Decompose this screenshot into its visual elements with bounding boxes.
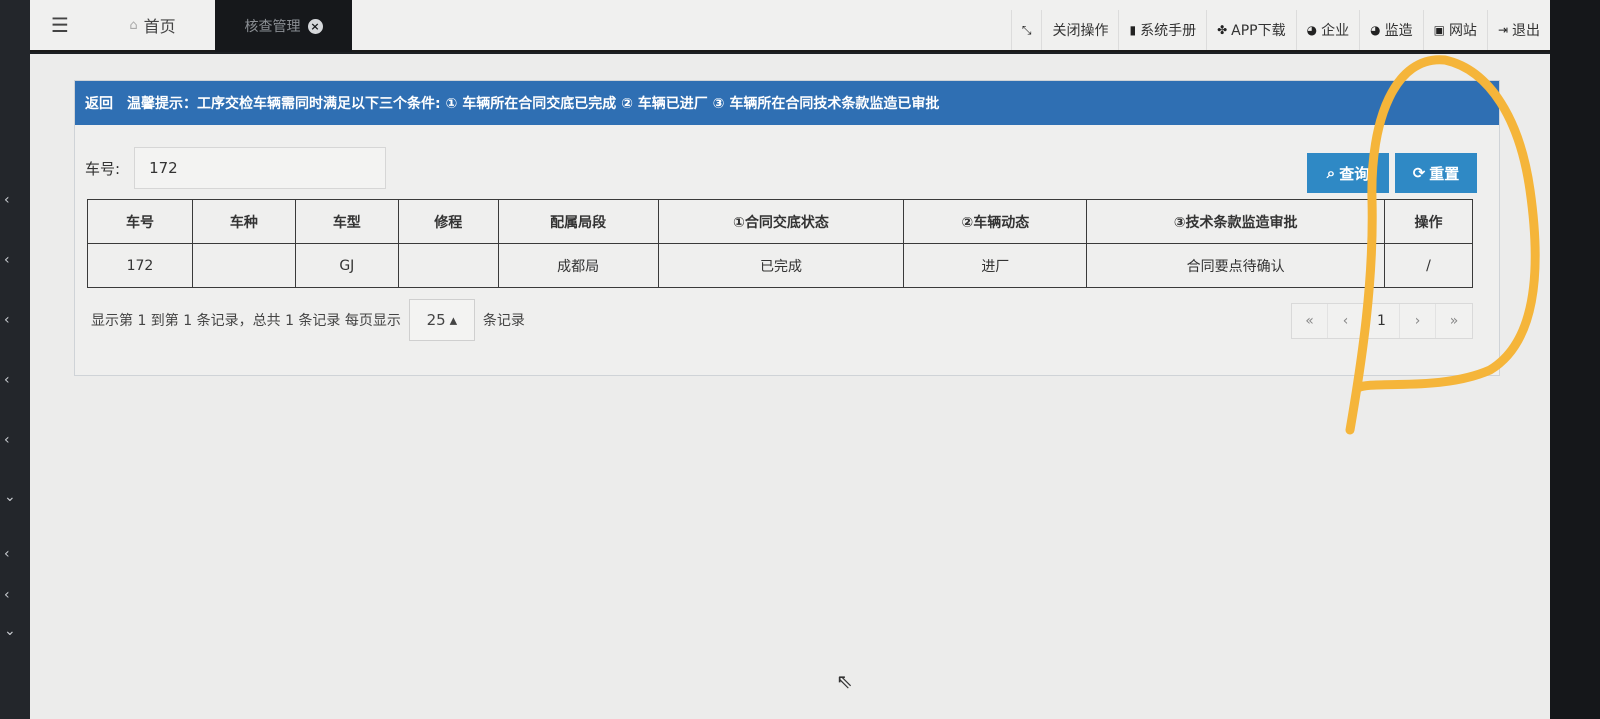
top-navbar: ☰ ⌂ 首页 核查管理 × ⤡ 关闭操作 ▮ 系统手册 ✤ APP下载 ◕ 企业… [30,0,1550,52]
next-page-button[interactable]: › [1400,304,1436,338]
screen-bezel [1550,0,1600,719]
refresh-icon: ⟳ [1412,164,1426,182]
main-content: 返回 温馨提示：工序交检车辆需同时满足以下三个条件: ① 车辆所在合同交底已完成… [30,54,1550,719]
table-cell [191,243,296,288]
table-cell: 已完成 [657,243,905,288]
book-icon: ▮ [1129,23,1137,37]
reset-button-label: 重置 [1429,164,1460,183]
tab-inspection-management[interactable]: 核查管理 × [215,0,352,52]
sidebar-expand-icon[interactable]: ⌄ [4,624,16,638]
enterprise-label: 企业 [1321,23,1350,39]
notice-text: 温馨提示：工序交检车辆需同时满足以下三个条件: ① 车辆所在合同交底已完成 ② … [127,96,940,112]
table-cell: 进厂 [903,243,1088,288]
pagination: « ‹ 1 › » [1291,303,1473,339]
sidebar-collapse-icon[interactable]: ‹ [4,373,10,387]
car-number-label: 车号: [85,159,121,178]
sidebar-collapse-icon[interactable]: ‹ [4,313,10,327]
results-table: 车号 车种 车型 修程 配属局段 ①合同交底状态 ②车辆动态 ③技术条款监造审批… [87,199,1473,288]
column-header[interactable]: 车号 [87,199,193,244]
sidebar-collapse-icon[interactable]: ‹ [4,253,10,267]
column-header[interactable]: 车种 [191,199,296,244]
close-operations-button[interactable]: 关闭操作 [1041,10,1118,50]
supervision-button[interactable]: ◕ 监造 [1359,10,1422,50]
table-cell-action[interactable]: / [1384,243,1473,288]
first-page-button[interactable]: « [1292,304,1328,338]
page-size-select[interactable]: 25 ▴ [408,299,475,341]
column-header[interactable]: ①合同交底状态 [657,199,905,244]
column-header: 操作 [1384,199,1473,244]
pagination-info: 显示第 1 到第 1 条记录，总共 1 条记录 每页显示 25 ▴ 条记录 [91,299,525,341]
column-header[interactable]: 配属局段 [497,199,659,244]
table-cell: 成都局 [497,243,659,288]
record-suffix: 条记录 [482,313,525,329]
top-actions: ⤡ 关闭操作 ▮ 系统手册 ✤ APP下载 ◕ 企业 ◕ 监造 ▣ 网站 ⇥ 退… [1010,10,1550,50]
logout-icon: ⇥ [1497,23,1508,37]
current-page-button[interactable]: 1 [1364,304,1400,338]
sidebar-collapse-icon[interactable]: ‹ [4,588,10,602]
menu-toggle-icon[interactable]: ☰ [38,0,82,50]
mouse-cursor-icon: ⇖ [836,669,853,693]
fullscreen-button[interactable]: ⤡ [1010,10,1042,50]
table-row[interactable]: 172 GJ 成都局 已完成 进厂 合同要点待确认 / [87,243,1473,288]
left-sidebar: ‹ ‹ ‹ ‹ ‹ ⌄ ‹ ‹ ⌄ [0,0,30,719]
system-manual-label: 系统手册 [1140,23,1197,39]
app-download-label: APP下载 [1231,23,1286,39]
table-cell: 172 [87,243,193,288]
query-button[interactable]: ⌕ 查询 [1307,153,1389,193]
tab-home-label: 首页 [143,17,176,36]
reset-button[interactable]: ⟳ 重置 [1395,153,1477,193]
logout-label: 退出 [1512,23,1540,39]
table-cell: 合同要点待确认 [1086,243,1386,288]
query-button-label: 查询 [1339,164,1370,183]
app-download-button[interactable]: ✤ APP下载 [1206,10,1296,50]
close-tab-icon[interactable]: × [307,18,323,34]
pie-chart-icon: ◕ [1370,23,1381,37]
website-button[interactable]: ▣ 网站 [1422,10,1487,50]
search-row: 车号: [85,147,387,189]
tab-active-label: 核查管理 [244,19,301,35]
fullscreen-icon: ⤡ [1021,22,1032,37]
website-label: 网站 [1448,23,1477,39]
tab-home[interactable]: ⌂ 首页 [90,0,215,50]
enterprise-button[interactable]: ◕ 企业 [1295,10,1359,50]
sidebar-collapse-icon[interactable]: ‹ [4,433,10,447]
website-icon: ▣ [1433,23,1445,37]
table-cell [397,243,499,288]
back-link[interactable]: 返回 [85,93,113,113]
home-icon: ⌂ [129,17,138,33]
car-number-input[interactable] [134,147,387,189]
pie-chart-icon: ◕ [1306,23,1318,37]
sidebar-expand-icon[interactable]: ⌄ [4,490,16,504]
last-page-button[interactable]: » [1436,304,1472,338]
column-header[interactable]: 车型 [294,199,399,244]
sidebar-collapse-icon[interactable]: ‹ [4,193,10,207]
inspection-panel: 返回 温馨提示：工序交检车辆需同时满足以下三个条件: ① 车辆所在合同交底已完成… [74,80,1500,376]
table-cell: GJ [294,243,399,288]
table-header-row: 车号 车种 车型 修程 配属局段 ①合同交底状态 ②车辆动态 ③技术条款监造审批… [87,199,1473,244]
record-summary: 显示第 1 到第 1 条记录，总共 1 条记录 每页显示 [91,313,401,329]
close-operations-label: 关闭操作 [1052,23,1109,39]
prev-page-button[interactable]: ‹ [1328,304,1364,338]
sidebar-collapse-icon[interactable]: ‹ [4,547,10,561]
column-header[interactable]: ③技术条款监造审批 [1086,199,1386,244]
supervision-label: 监造 [1384,23,1413,39]
system-manual-button[interactable]: ▮ 系统手册 [1118,10,1206,50]
search-icon: ⌕ [1326,164,1336,182]
android-icon: ✤ [1217,23,1228,37]
caret-up-icon: ▴ [449,311,458,329]
page-size-value: 25 [426,311,446,329]
column-header[interactable]: 修程 [397,199,499,244]
column-header[interactable]: ②车辆动态 [903,199,1088,244]
logout-button[interactable]: ⇥ 退出 [1486,10,1550,50]
notice-bar: 返回 温馨提示：工序交检车辆需同时满足以下三个条件: ① 车辆所在合同交底已完成… [75,81,1499,125]
